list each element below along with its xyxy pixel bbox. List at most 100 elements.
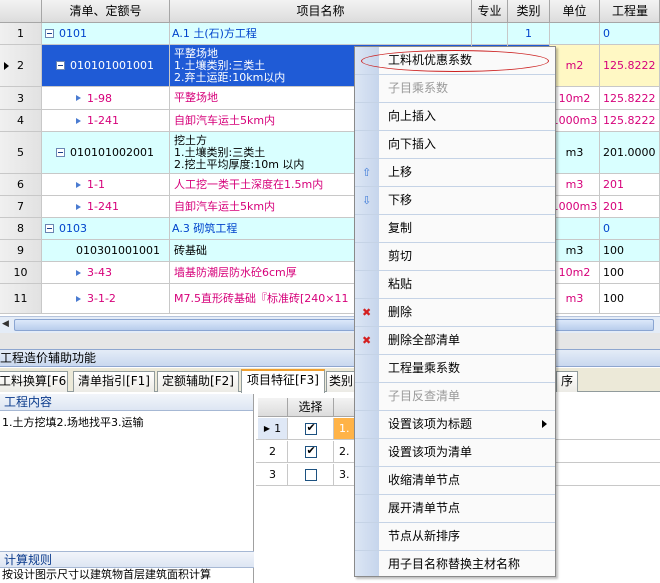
- select-checkbox[interactable]: [304, 444, 317, 458]
- code-cell[interactable]: 0101: [42, 23, 170, 44]
- menu-item-cut[interactable]: 剪切: [355, 243, 555, 271]
- code-cell[interactable]: 0103: [42, 218, 170, 239]
- collapse-toggle-icon[interactable]: [45, 29, 54, 38]
- menu-item-qty-coefficient[interactable]: 工程量乘系数: [355, 355, 555, 383]
- category-column-header[interactable]: 类别: [508, 0, 550, 23]
- expand-arrow-icon[interactable]: [76, 117, 81, 124]
- unit-column-header[interactable]: 单位: [550, 0, 600, 23]
- code-cell[interactable]: 1-1: [42, 174, 170, 195]
- unit-cell[interactable]: m2: [550, 45, 600, 86]
- select-checkbox[interactable]: [304, 468, 317, 481]
- splitter[interactable]: [0, 333, 660, 349]
- table-row[interactable]: 9 010301001001 砖基础 m3 100: [0, 240, 660, 262]
- menu-item-material-discount[interactable]: 工料机优惠系数: [355, 47, 555, 75]
- code-cell[interactable]: 010301001001: [42, 240, 170, 261]
- table-row[interactable]: 7 1-241 自卸汽车运土5km内 1000m3 201: [0, 196, 660, 218]
- select-cell[interactable]: [288, 464, 334, 485]
- menu-item-move-down[interactable]: ⇩ 下移: [355, 187, 555, 215]
- qty-cell[interactable]: 201: [600, 174, 660, 195]
- expand-arrow-icon[interactable]: [76, 203, 81, 210]
- collapse-toggle-icon[interactable]: [56, 148, 65, 157]
- qty-cell[interactable]: 125.8222: [600, 110, 660, 131]
- tab-bill-guide[interactable]: 清单指引[F1]: [73, 371, 155, 392]
- tab-quota-assist[interactable]: 定额辅助[F2]: [157, 371, 239, 392]
- menu-item-delete-all-bills[interactable]: ✖ 删除全部清单: [355, 327, 555, 355]
- qty-cell[interactable]: 0: [600, 218, 660, 239]
- unit-cell[interactable]: 1000m3: [550, 196, 600, 217]
- qty-cell[interactable]: 201: [600, 196, 660, 217]
- code-cell[interactable]: 1-241: [42, 196, 170, 217]
- context-menu[interactable]: 工料机优惠系数 子目乘系数 向上插入 向下插入 ⇧ 上移 ⇩ 下移 复制 剪切 粘贴…: [354, 46, 556, 577]
- collapse-toggle-icon[interactable]: [56, 61, 65, 70]
- table-row[interactable]: 10 3-43 墙基防潮层防水砼6cm厚 10m2 100: [0, 262, 660, 284]
- menu-item-move-up[interactable]: ⇧ 上移: [355, 159, 555, 187]
- select-cell[interactable]: [288, 441, 334, 462]
- unit-cell[interactable]: m3: [550, 132, 600, 173]
- menu-item-expand-nodes[interactable]: 展开清单节点: [355, 495, 555, 523]
- menu-item-reverse-lookup[interactable]: 子目反查清单: [355, 383, 555, 411]
- unit-cell[interactable]: m3: [550, 240, 600, 261]
- table-row[interactable]: 3 1-98 平整场地 10m2 125.8222: [0, 87, 660, 110]
- menu-item-copy[interactable]: 复制: [355, 215, 555, 243]
- tab-item-features[interactable]: 项目特征[F3]: [241, 369, 325, 393]
- unit-cell[interactable]: m3: [550, 174, 600, 195]
- calc-rule-text[interactable]: 按设计图示尺寸以建筑物首层建筑面积计算: [0, 568, 211, 582]
- table-row[interactable]: 8 0103 A.3 砌筑工程 0: [0, 218, 660, 240]
- table-row[interactable]: 11 3-1-2 M7.5直形砖基础『标准砖[240×11 m3 100: [0, 284, 660, 314]
- menu-item-reorder-nodes[interactable]: 节点从新排序: [355, 523, 555, 551]
- qty-cell[interactable]: 100: [600, 240, 660, 261]
- select-cell[interactable]: [288, 418, 334, 439]
- table-row[interactable]: 5 010101002001 挖土方 1.土壤类别:三类土 2.挖土平均厚度:1…: [0, 132, 660, 174]
- expand-arrow-icon[interactable]: [76, 181, 81, 188]
- tab-material-conversion[interactable]: 工料换算[F6]: [0, 371, 68, 392]
- table-row[interactable]: 1 0101 A.1 土(石)方工程 1 0: [0, 23, 660, 45]
- tab-order[interactable]: 序: [556, 371, 578, 392]
- qty-cell[interactable]: 125.8222: [600, 45, 660, 86]
- unit-cell[interactable]: 1000m3: [550, 110, 600, 131]
- menu-item-multiply-coefficient[interactable]: 子目乘系数: [355, 75, 555, 103]
- table-row[interactable]: 6 1-1 人工挖一类干土深度在1.5m内 m3 201: [0, 174, 660, 196]
- code-cell[interactable]: 3-43: [42, 262, 170, 283]
- menu-item-paste[interactable]: 粘贴: [355, 271, 555, 299]
- menu-item-insert-above[interactable]: 向上插入: [355, 103, 555, 131]
- unit-cell[interactable]: 10m2: [550, 262, 600, 283]
- bill-grid[interactable]: 清单、定额号 项目名称 专业 类别 单位 工程量 1 0101 A.1 土(石)…: [0, 0, 660, 340]
- unit-cell[interactable]: [550, 23, 600, 44]
- code-cell[interactable]: 3-1-2: [42, 284, 170, 313]
- qty-cell[interactable]: 125.8222: [600, 87, 660, 109]
- expand-arrow-icon[interactable]: [76, 295, 81, 302]
- code-cell[interactable]: 1-98: [42, 87, 170, 109]
- spec-column-header[interactable]: 专业: [472, 0, 508, 23]
- qty-cell[interactable]: 100: [600, 284, 660, 313]
- unit-cell[interactable]: m3: [550, 284, 600, 313]
- code-cell[interactable]: 010101002001: [42, 132, 170, 173]
- menu-item-insert-below[interactable]: 向下插入: [355, 131, 555, 159]
- qty-column-header[interactable]: 工程量: [600, 0, 660, 23]
- table-row[interactable]: 4 1-241 自卸汽车运土5km内 1000m3 125.8222: [0, 110, 660, 132]
- code-column-header[interactable]: 清单、定额号: [42, 0, 170, 23]
- horizontal-scrollbar[interactable]: ◀: [0, 316, 660, 333]
- spec-cell[interactable]: [472, 23, 508, 44]
- code-cell[interactable]: 1-241: [42, 110, 170, 131]
- name-column-header[interactable]: 项目名称: [170, 0, 472, 23]
- feature-text-header[interactable]: [334, 398, 356, 417]
- menu-item-collapse-nodes[interactable]: 收缩清单节点: [355, 467, 555, 495]
- menu-item-set-as-bill[interactable]: 设置该项为清单: [355, 439, 555, 467]
- select-column-header[interactable]: 选择: [288, 398, 334, 417]
- expand-arrow-icon[interactable]: [76, 95, 81, 101]
- table-row-selected[interactable]: 2 010101001001 平整场地 1.土壤类别:三类土 2.弃土运距:10…: [0, 45, 660, 87]
- expand-arrow-icon[interactable]: [76, 269, 81, 276]
- select-checkbox[interactable]: [304, 421, 317, 435]
- unit-cell[interactable]: 10m2: [550, 87, 600, 109]
- work-content-text[interactable]: 1.土方挖填2.场地找平3.运输: [0, 411, 253, 541]
- qty-cell[interactable]: 0: [600, 23, 660, 44]
- scrollbar-thumb[interactable]: [14, 319, 654, 331]
- qty-cell[interactable]: 100: [600, 262, 660, 283]
- menu-item-set-as-title[interactable]: 设置该项为标题: [355, 411, 555, 439]
- name-cell[interactable]: A.1 土(石)方工程: [170, 23, 472, 44]
- tab-category[interactable]: 类别: [326, 371, 356, 392]
- category-cell[interactable]: 1: [508, 23, 550, 44]
- code-cell[interactable]: 010101001001: [42, 45, 170, 86]
- scroll-left-arrow-icon[interactable]: ◀: [2, 319, 9, 329]
- menu-item-replace-material-name[interactable]: 用子目名称替换主材名称: [355, 551, 555, 579]
